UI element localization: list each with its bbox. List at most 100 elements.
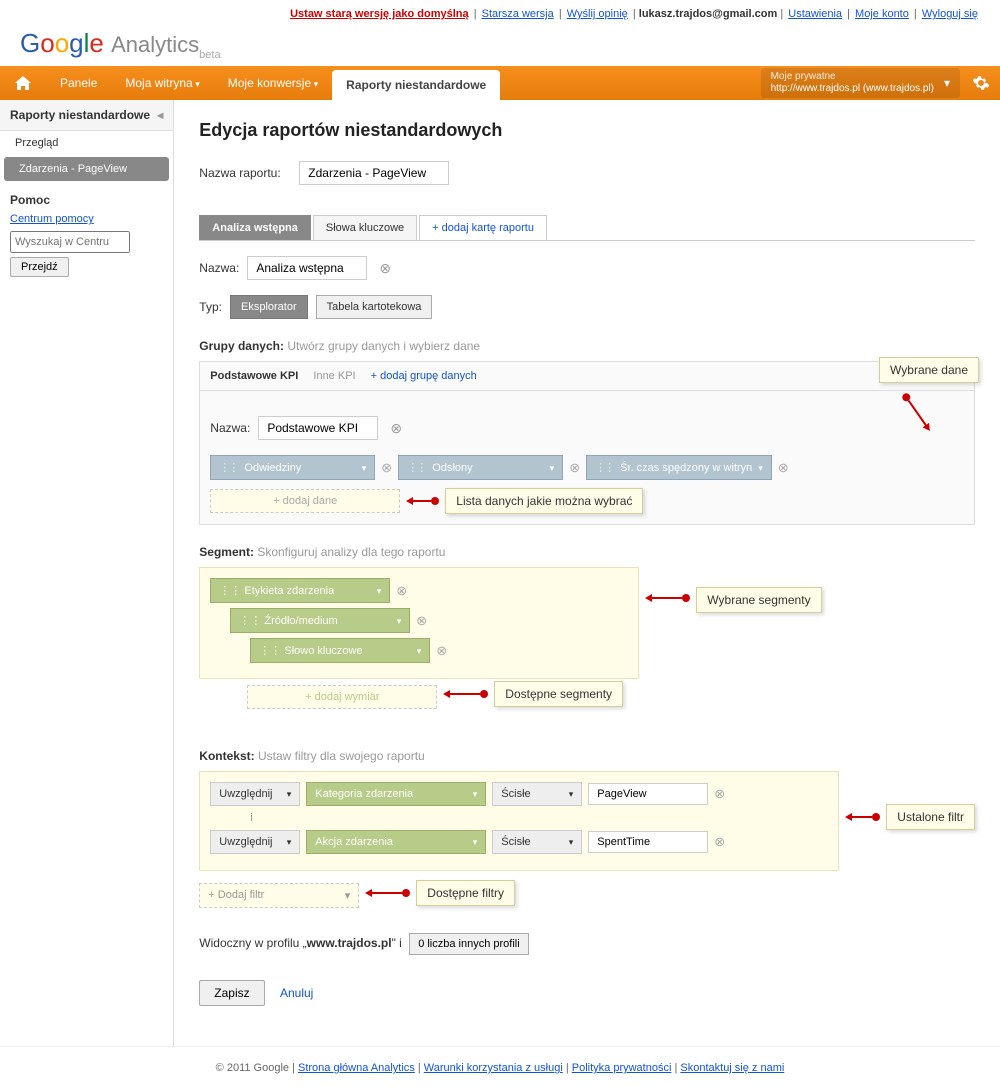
tab-name-label: Nazwa: — [199, 261, 239, 275]
content: Edycja raportów niestandardowych Nazwa r… — [174, 100, 1000, 1046]
report-name-label: Nazwa raportu: — [199, 166, 299, 180]
sidebar-search-input[interactable] — [10, 231, 130, 253]
site-selector[interactable]: Moje prywatne http://www.trajdos.pl (www… — [771, 71, 934, 95]
groups-head: Grupy danych: — [199, 339, 284, 353]
type-eksplorator[interactable]: Eksplorator — [230, 295, 308, 319]
nav-raporty[interactable]: Raporty niestandardowe — [332, 70, 500, 100]
sidebar-help-link[interactable]: Centrum pomocy — [10, 213, 163, 225]
remove-icon[interactable]: ⊗ — [714, 834, 725, 850]
add-filter[interactable]: + Dodaj filtr▾ — [199, 883, 359, 908]
home-icon[interactable] — [15, 76, 31, 90]
filter-dim-1[interactable]: Kategoria zdarzenia — [306, 782, 486, 806]
filter-match-2[interactable]: Ścisłe — [492, 830, 582, 854]
remove-icon[interactable]: ⊗ — [714, 786, 725, 802]
visibility-site: www.trajdos.pl — [307, 936, 392, 950]
callout-ustalone-filtr: Ustalone filtr — [886, 804, 975, 830]
link-set-old-default[interactable]: Ustaw starą wersję jako domyślną — [290, 8, 469, 20]
grp-tab-2[interactable]: Inne KPI — [313, 370, 355, 382]
footer-home[interactable]: Strona główna Analytics — [298, 1062, 415, 1074]
callout-dostepne-filtry: Dostępne filtry — [416, 880, 515, 906]
footer-contact[interactable]: Skontaktuj się z nami — [680, 1062, 784, 1074]
metric-odwiedziny[interactable]: ⋮⋮ Odwiedziny — [210, 455, 375, 480]
visibility-text-pre: Widoczny w profilu „ — [199, 936, 306, 950]
sidebar-go-button[interactable]: Przejdź — [10, 257, 69, 277]
tab-analiza[interactable]: Analiza wstępna — [199, 215, 311, 240]
tab-slowa[interactable]: Słowa kluczowe — [313, 215, 417, 240]
chevron-down-icon[interactable]: ▾ — [944, 76, 950, 90]
filter-match-1[interactable]: Ścisłe — [492, 782, 582, 806]
link-account[interactable]: Moje konto — [855, 8, 909, 20]
filter-include-2[interactable]: Uwzględnij — [210, 830, 300, 854]
save-button[interactable]: Zapisz — [199, 980, 264, 1006]
remove-icon[interactable]: ⊗ — [416, 613, 427, 629]
nav-panele[interactable]: Panele — [46, 66, 111, 100]
seg-slowo[interactable]: ⋮⋮ Słowo kluczowe — [250, 638, 430, 663]
add-dimension[interactable]: + dodaj wymiar — [247, 685, 437, 709]
drag-icon: ⋮⋮ — [239, 615, 261, 627]
context-hint: Ustaw filtry dla swojego raportu — [258, 749, 425, 763]
sidebar-title: Raporty niestandardowe — [10, 108, 150, 122]
drag-icon: ⋮⋮ — [219, 462, 237, 474]
grp-name-input[interactable] — [258, 416, 378, 440]
metric-czas[interactable]: ⋮⋮ Śr. czas spędzony w witryn — [586, 455, 772, 480]
page-title: Edycja raportów niestandardowych — [199, 120, 975, 141]
drag-icon: ⋮⋮ — [407, 462, 425, 474]
segment-hint: Skonfiguruj analizy dla tego raportu — [257, 545, 445, 559]
filter-and: i — [250, 812, 828, 824]
cancel-link[interactable]: Anuluj — [280, 986, 313, 1000]
remove-icon[interactable]: ⊗ — [396, 583, 407, 599]
chevron-left-icon[interactable]: ◂ — [157, 108, 163, 122]
nav-witryna[interactable]: Moja witryna — [111, 66, 213, 101]
grp-tab-1[interactable]: Podstawowe KPI — [210, 370, 298, 382]
type-label: Typ: — [199, 300, 222, 314]
link-old-version[interactable]: Starsza wersja — [482, 8, 554, 20]
tab-add[interactable]: + dodaj kartę raportu — [419, 215, 547, 240]
link-feedback[interactable]: Wyślij opinię — [567, 8, 628, 20]
filter-value-1[interactable] — [588, 783, 708, 805]
callout-dostepne-seg: Dostępne segmenty — [494, 681, 623, 707]
seg-etykieta[interactable]: ⋮⋮ Etykieta zdarzenia — [210, 578, 390, 603]
type-tabela[interactable]: Tabela kartotekowa — [316, 295, 433, 319]
report-name-input[interactable] — [299, 161, 449, 185]
tab-name-input[interactable] — [247, 256, 367, 280]
callout-lista: Lista danych jakie można wybrać — [445, 488, 643, 514]
grp-tab-add[interactable]: + dodaj grupę danych — [371, 370, 477, 382]
metric-odslony[interactable]: ⋮⋮ Odsłony — [398, 455, 563, 480]
segment-head: Segment: — [199, 545, 254, 559]
drag-icon: ⋮⋮ — [219, 585, 241, 597]
filter-value-2[interactable] — [588, 831, 708, 853]
sidebar: Raporty niestandardowe ◂ Przegląd Zdarze… — [0, 100, 174, 1046]
drag-icon: ⋮⋮ — [259, 645, 281, 657]
sidebar-item-selected[interactable]: Zdarzenia - PageView — [4, 157, 169, 181]
sidebar-item-overview[interactable]: Przegląd — [0, 131, 173, 155]
seg-zrodlo[interactable]: ⋮⋮ Źródło/medium — [230, 608, 410, 633]
remove-icon[interactable]: ⊗ — [381, 460, 392, 476]
context-head: Kontekst: — [199, 749, 254, 763]
clear-icon[interactable]: ⊗ — [379, 260, 391, 277]
grp-name-label: Nazwa: — [210, 421, 250, 435]
callout-wybrane-dane: Wybrane dane — [879, 357, 979, 383]
other-profiles-button[interactable]: 0 liczba innych profili — [409, 933, 529, 955]
drag-icon: ⋮⋮ — [595, 462, 613, 474]
remove-icon[interactable]: ⊗ — [436, 643, 447, 659]
top-links: Ustaw starą wersję jako domyślną | Stars… — [0, 0, 1000, 28]
callout-wybrane-seg: Wybrane segmenty — [696, 587, 821, 613]
remove-icon[interactable]: ⊗ — [569, 460, 580, 476]
filter-dim-2[interactable]: Akcja zdarzenia — [306, 830, 486, 854]
logo: Google Analyticsbeta — [0, 28, 1000, 66]
visibility-text-post: " i — [392, 936, 402, 950]
add-metric[interactable]: + dodaj dane — [210, 489, 400, 513]
gear-icon[interactable] — [972, 74, 990, 92]
footer-privacy[interactable]: Polityka prywatności — [572, 1062, 672, 1074]
link-settings[interactable]: Ustawienia — [788, 8, 842, 20]
clear-icon[interactable]: ⊗ — [390, 420, 402, 437]
main-nav: Panele Moja witryna Moje konwersje Rapor… — [0, 66, 1000, 100]
sidebar-help-title: Pomoc — [10, 193, 50, 207]
remove-icon[interactable]: ⊗ — [778, 460, 789, 476]
nav-konwersje[interactable]: Moje konwersje — [214, 66, 332, 101]
link-logout[interactable]: Wyloguj się — [922, 8, 978, 20]
filter-include-1[interactable]: Uwzględnij — [210, 782, 300, 806]
footer-terms[interactable]: Warunki korzystania z usługi — [424, 1062, 563, 1074]
groups-hint: Utwórz grupy danych i wybierz dane — [287, 339, 480, 353]
user-email: lukasz.trajdos@gmail.com — [639, 8, 778, 20]
